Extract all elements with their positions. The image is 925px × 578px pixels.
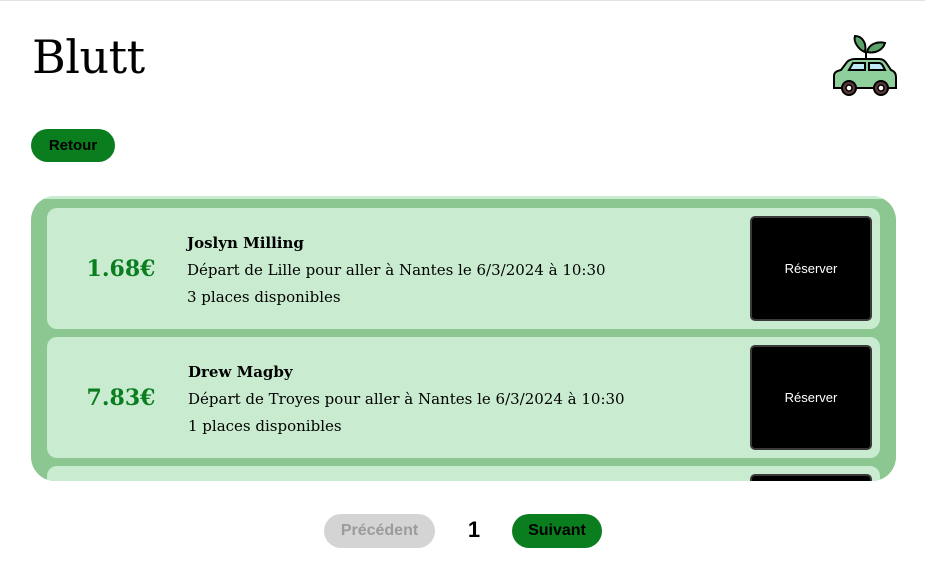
- reserve-button[interactable]: Réserver: [750, 345, 872, 450]
- pagination: Précédent 1 Suivant: [0, 513, 925, 548]
- trip-route: Départ de Troyes pour aller à Nantes le …: [188, 390, 625, 408]
- back-button[interactable]: Retour: [31, 129, 115, 162]
- current-page-number: 1: [467, 517, 481, 542]
- seats-available: 3 places disponibles: [187, 288, 341, 306]
- reserve-button[interactable]: [750, 474, 872, 481]
- driver-name: Joslyn Milling: [187, 234, 304, 252]
- trip-card: [47, 466, 880, 481]
- trip-info: Joslyn Milling Départ de Lille pour alle…: [187, 230, 606, 311]
- trip-list-panel[interactable]: 1.68€ Joslyn Milling Départ de Lille pou…: [31, 196, 896, 481]
- next-page-button[interactable]: Suivant: [512, 514, 602, 548]
- eco-car-icon: [829, 30, 899, 100]
- top-divider: [0, 0, 925, 1]
- trip-price: [47, 466, 195, 481]
- trip-price: 7.83€: [86, 384, 156, 411]
- driver-name: Drew Magby: [188, 363, 293, 381]
- trip-card: 7.83€ Drew Magby Départ de Troyes pour a…: [47, 337, 880, 458]
- trip-info: Drew Magby Départ de Troyes pour aller à…: [188, 359, 625, 440]
- trip-price: 1.68€: [86, 255, 156, 282]
- trip-card: 1.68€ Joslyn Milling Départ de Lille pou…: [47, 208, 880, 329]
- seats-available: 1 places disponibles: [188, 417, 342, 435]
- trip-list: 1.68€ Joslyn Milling Départ de Lille pou…: [47, 208, 880, 481]
- page-title: Blutt: [32, 30, 145, 84]
- reserve-button[interactable]: Réserver: [750, 216, 872, 321]
- trip-route: Départ de Lille pour aller à Nantes le 6…: [187, 261, 606, 279]
- previous-page-button[interactable]: Précédent: [324, 514, 435, 548]
